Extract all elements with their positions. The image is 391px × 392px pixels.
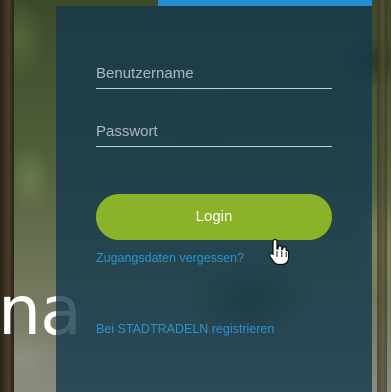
hand-pointer-icon [268,238,290,266]
password-field[interactable] [96,114,332,147]
username-input[interactable] [96,65,332,82]
username-field[interactable] [96,56,332,89]
forgot-credentials-link[interactable]: Zugangsdaten vergessen? [96,251,244,265]
register-link[interactable]: Bei STADTRADELN registrieren [96,322,274,336]
login-panel: Login Zugangsdaten vergessen? Bei STADTR… [56,6,372,392]
password-input[interactable] [96,123,332,140]
tree-trunk-right [377,0,387,392]
login-button[interactable]: Login [96,194,332,240]
